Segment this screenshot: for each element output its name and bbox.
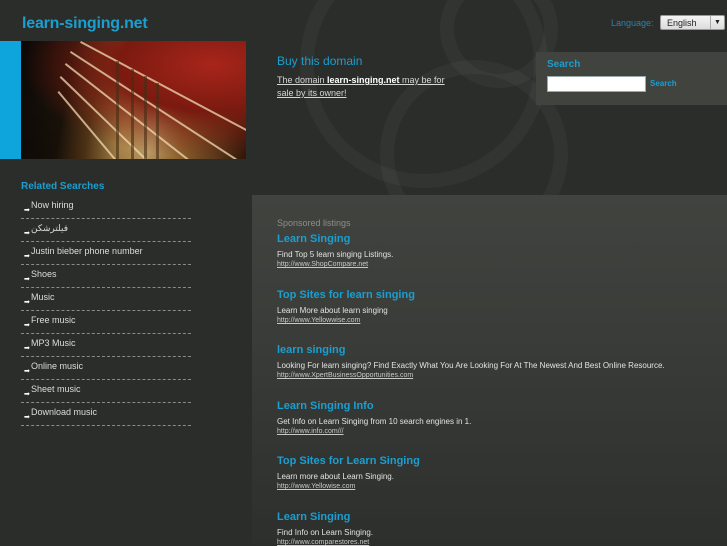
ad-description: Learn more about Learn Singing. (277, 472, 394, 481)
arrow-right-icon: ➡ (24, 414, 30, 421)
language-label: Language: (611, 18, 654, 28)
ad-url[interactable]: http://www.XpertBusinessOpportunities.co… (277, 372, 727, 379)
arrow-right-icon: ➡ (24, 230, 30, 237)
related-item[interactable]: ➡ فیلترشکن (21, 219, 191, 242)
ad-url[interactable]: http://www.Yellowise.com (277, 483, 727, 490)
ad-listing: Learn Singing Info Get Info on Learn Sin… (277, 400, 727, 435)
site-logo[interactable]: learn-singing.net (22, 15, 148, 33)
related-link[interactable]: Free music (31, 315, 76, 325)
accent-bar (0, 41, 21, 159)
related-link[interactable]: Shoes (31, 269, 57, 279)
related-item[interactable]: ➡ Free music (21, 311, 191, 334)
language-selected-value: English (667, 18, 697, 28)
ad-title[interactable]: Top Sites for learn singing (277, 289, 727, 301)
related-searches-list: ➡ Now hiring ➡ فیلترشکن ➡ Justin bieber pho… (21, 196, 191, 426)
ad-listing: Learn Singing Find Top 5 learn singing L… (277, 233, 727, 268)
sponsored-label: Sponsored listings (277, 218, 351, 228)
chevron-down-icon[interactable]: ▼ (710, 16, 724, 29)
guitar-image (21, 41, 246, 159)
ad-title[interactable]: Learn Singing (277, 233, 727, 245)
arrow-right-icon: ➡ (24, 368, 30, 375)
ad-description: Get Info on Learn Singing from 10 search… (277, 417, 472, 426)
related-link[interactable]: فیلترشکن (31, 223, 68, 234)
ad-title[interactable]: Learn Singing Info (277, 400, 727, 412)
related-item[interactable]: ➡ Now hiring (21, 196, 191, 219)
related-link[interactable]: Download music (31, 407, 97, 417)
buy-domain-text-prefix: The domain (277, 75, 328, 85)
ad-listing: Learn Singing Find Info on Learn Singing… (277, 511, 727, 546)
ad-url[interactable]: http://www.Yellowwise.com (277, 317, 727, 324)
ad-url[interactable]: http://www.info.com/// (277, 428, 727, 435)
related-link[interactable]: Online music (31, 361, 83, 371)
arrow-right-icon: ➡ (24, 345, 30, 352)
arrow-right-icon: ➡ (24, 207, 30, 214)
ad-listing: learn singing Looking For learn singing?… (277, 344, 727, 379)
related-item[interactable]: ➡ Sheet music (21, 380, 191, 403)
buy-domain-name: learn-singing.net (327, 75, 400, 85)
arrow-right-icon: ➡ (24, 276, 30, 283)
ad-url[interactable]: http://www.ShopCompare.net (277, 261, 727, 268)
arrow-right-icon: ➡ (24, 253, 30, 260)
related-item[interactable]: ➡ Music (21, 288, 191, 311)
header: learn-singing.net Language: English ▼ (0, 0, 727, 41)
ad-description: Find Top 5 learn singing Listings. (277, 250, 394, 259)
buy-domain-title: Buy this domain (277, 54, 363, 68)
related-item[interactable]: ➡ Online music (21, 357, 191, 380)
search-button[interactable]: Search (650, 79, 677, 88)
related-link[interactable]: Sheet music (31, 384, 81, 394)
ad-listing: Top Sites for learn singing Learn More a… (277, 289, 727, 324)
related-item[interactable]: ➡ MP3 Music (21, 334, 191, 357)
related-link[interactable]: Music (31, 292, 55, 302)
ad-title[interactable]: Learn Singing (277, 511, 727, 523)
search-title: Search (547, 59, 581, 70)
arrow-right-icon: ➡ (24, 391, 30, 398)
ad-description: Looking For learn singing? Find Exactly … (277, 361, 665, 370)
related-item[interactable]: ➡ Justin bieber phone number (21, 242, 191, 265)
related-link[interactable]: MP3 Music (31, 338, 76, 348)
search-input[interactable] (547, 76, 646, 92)
search-panel: Search Search (536, 52, 727, 105)
ad-description: Find Info on Learn Singing. (277, 528, 374, 537)
ad-listing: Top Sites for Learn Singing Learn more a… (277, 455, 727, 490)
ad-title[interactable]: learn singing (277, 344, 727, 356)
related-item[interactable]: ➡ Download music (21, 403, 191, 426)
language-select[interactable]: English ▼ (660, 15, 725, 30)
buy-domain-link[interactable]: The domain learn-singing.net may be for … (277, 74, 457, 100)
ad-description: Learn More about learn singing (277, 306, 388, 315)
related-link[interactable]: Justin bieber phone number (31, 246, 143, 256)
arrow-right-icon: ➡ (24, 299, 30, 306)
related-link[interactable]: Now hiring (31, 200, 74, 210)
related-item[interactable]: ➡ Shoes (21, 265, 191, 288)
arrow-right-icon: ➡ (24, 322, 30, 329)
related-searches-title: Related Searches (21, 181, 105, 192)
sponsored-listings-panel: Sponsored listings Learn Singing Find To… (252, 195, 727, 546)
ad-title[interactable]: Top Sites for Learn Singing (277, 455, 727, 467)
